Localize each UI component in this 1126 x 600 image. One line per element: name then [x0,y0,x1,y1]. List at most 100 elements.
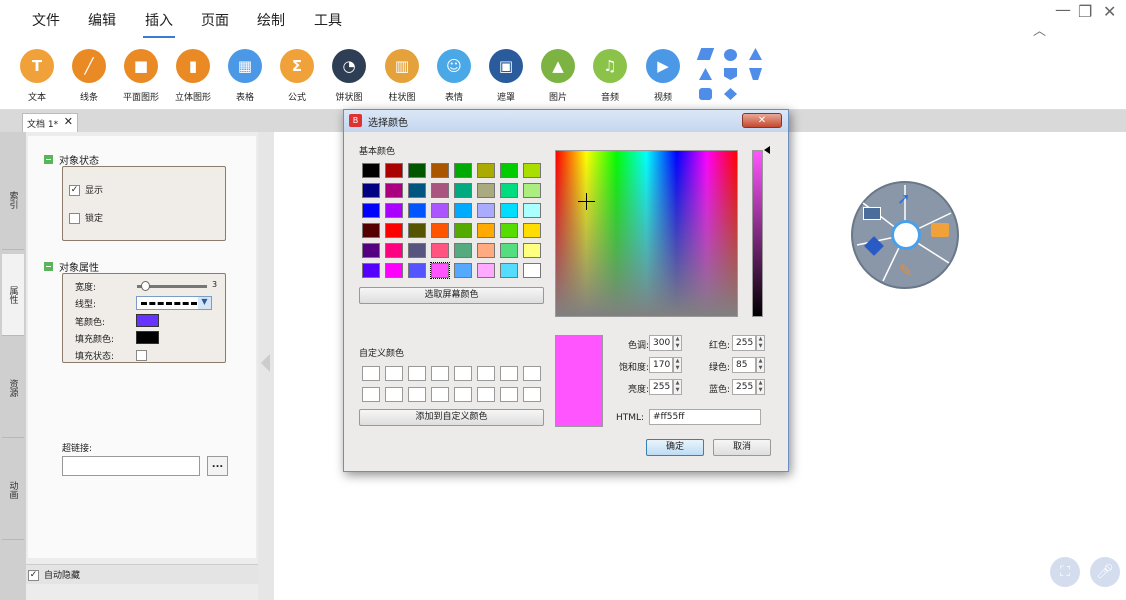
basic-color-swatch[interactable] [408,263,426,278]
object-state-header[interactable]: 对象状态 [44,152,99,167]
custom-color-swatch[interactable] [523,387,541,402]
hue-saturation-field[interactable] [555,150,738,317]
basic-color-swatch[interactable] [385,243,403,258]
basic-color-swatch[interactable] [477,203,495,218]
ribbon-plane-shape-button[interactable]: ■ 平面图形 [116,49,166,103]
basic-color-swatch[interactable] [408,243,426,258]
close-window-icon[interactable]: ✕ [1103,2,1116,21]
basic-color-swatch[interactable] [362,263,380,278]
collapse-ribbon-icon[interactable]: ︿ [1033,20,1046,39]
basic-color-swatch[interactable] [477,263,495,278]
prism-shape-icon[interactable] [724,68,737,80]
red-spinner[interactable]: ▲ ▼ [756,335,765,351]
tab-index[interactable]: 索引 [2,150,24,250]
basic-color-swatch[interactable] [500,243,518,258]
ribbon-picture-button[interactable]: ▲ 图片 [533,49,583,103]
ribbon-text-button[interactable]: T 文本 [12,49,62,103]
dialog-close-button[interactable]: ✕ [742,113,782,128]
auto-hide-checkbox[interactable]: ✓ [28,570,39,581]
linetype-select[interactable]: ▼ [136,296,212,310]
custom-color-swatch[interactable] [500,366,518,381]
hyperlink-browse-button[interactable]: ... [207,456,228,476]
microphone-icon[interactable]: 🎤︎ [1090,557,1120,587]
basic-color-swatch[interactable] [362,203,380,218]
lum-spinner[interactable]: ▲ ▼ [673,379,682,395]
octahedron-shape-icon[interactable] [724,88,737,100]
tab-properties[interactable]: 属性 [2,254,24,336]
pick-screen-color-button[interactable]: 选取屏幕颜色 [359,287,544,304]
fullscreen-icon[interactable]: ⛶ [1050,557,1080,587]
custom-color-swatch[interactable] [454,387,472,402]
basic-color-swatch[interactable] [362,163,380,178]
ok-button[interactable]: 确定 [646,439,704,456]
sat-spinner[interactable]: ▲ ▼ [673,357,682,373]
basic-color-swatch[interactable] [408,203,426,218]
basic-color-swatch[interactable] [431,243,449,258]
document-tab[interactable]: 文档 1* ✕ [22,113,78,132]
basic-color-swatch[interactable] [362,223,380,238]
custom-color-swatch[interactable] [431,387,449,402]
panel-collapse-bar[interactable] [258,132,274,600]
custom-color-swatch[interactable] [431,366,449,381]
hyperlink-input[interactable] [62,456,200,476]
custom-color-swatch[interactable] [408,366,426,381]
ribbon-line-button[interactable]: ╱ 线条 [64,49,114,103]
basic-color-swatch[interactable] [431,203,449,218]
basic-color-swatch[interactable] [385,163,403,178]
lock-checkbox[interactable] [69,213,80,224]
ribbon-audio-button[interactable]: ♫ 音频 [585,49,635,103]
html-color-field[interactable]: #ff55ff [649,409,761,425]
menu-insert[interactable]: 插入 [143,10,175,38]
basic-color-swatch[interactable] [477,223,495,238]
basic-color-swatch[interactable] [362,243,380,258]
sat-field[interactable]: 170 [649,357,673,373]
tab-animation[interactable]: 动画 [2,440,24,540]
basic-color-swatch[interactable] [454,243,472,258]
screen-icon[interactable] [863,207,881,220]
basic-color-swatch[interactable] [431,183,449,198]
green-field[interactable]: 85 [732,357,756,373]
custom-color-swatch[interactable] [385,387,403,402]
basic-color-swatch[interactable] [454,163,472,178]
basic-color-swatch[interactable] [500,203,518,218]
cube-shape-icon[interactable] [696,48,715,60]
basic-color-swatch[interactable] [454,223,472,238]
pen-color-swatch[interactable] [136,314,159,327]
luminance-pointer-icon[interactable] [764,146,770,154]
ribbon-video-button[interactable]: ▶ 视频 [638,49,688,103]
restore-icon[interactable]: ❐ [1078,2,1092,21]
custom-color-swatch[interactable] [500,387,518,402]
auto-hide-row[interactable]: ✓ 自动隐藏 [26,564,258,584]
basic-color-swatch[interactable] [408,183,426,198]
cylinder-shape-icon[interactable] [699,88,712,100]
ribbon-solid-shape-button[interactable]: ▮ 立体图形 [168,49,218,103]
fill-state-check[interactable] [136,349,147,361]
frustum-shape-icon[interactable] [749,68,762,80]
basic-color-swatch[interactable] [431,163,449,178]
chevron-down-icon[interactable]: ▼ [198,297,211,309]
collapse-left-icon[interactable] [261,354,270,372]
toolbox-icon[interactable] [931,223,949,237]
menu-tools[interactable]: 工具 [314,10,342,30]
show-checkbox[interactable]: ✓ [69,185,80,196]
menu-file[interactable]: 文件 [32,10,60,30]
basic-color-swatch[interactable] [477,183,495,198]
blue-field[interactable]: 255 [732,379,756,395]
basic-color-swatch[interactable] [454,263,472,278]
basic-color-swatch[interactable] [431,223,449,238]
basic-color-swatch[interactable] [500,223,518,238]
cone-shape-icon[interactable] [699,68,712,80]
basic-color-swatch[interactable] [523,163,541,178]
basic-color-swatch[interactable] [385,223,403,238]
basic-color-swatch[interactable] [523,223,541,238]
custom-color-swatch[interactable] [477,387,495,402]
lock-checkbox-row[interactable]: 锁定 [69,211,103,224]
pen-icon[interactable]: ✎ [899,261,912,280]
basic-color-swatch[interactable] [454,203,472,218]
radial-center-button[interactable] [891,220,921,250]
ribbon-emoji-button[interactable]: ☺ 表情 [429,49,479,103]
ribbon-pie-chart-button[interactable]: ◔ 饼状图 [324,49,374,103]
basic-color-swatch[interactable] [477,163,495,178]
basic-color-swatch[interactable] [408,163,426,178]
cancel-button[interactable]: 取消 [713,439,771,456]
